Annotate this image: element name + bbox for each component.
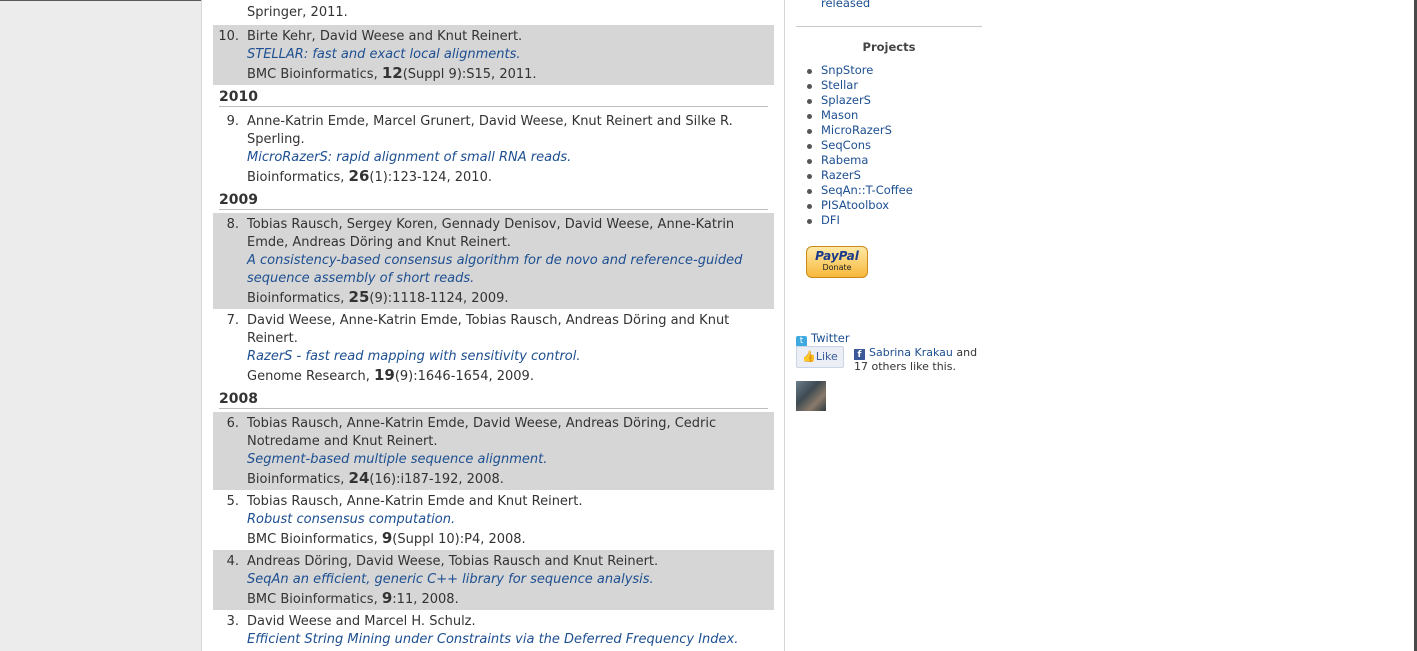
publication-title-link[interactable]: Efficient String Mining under Constraint…	[247, 631, 762, 649]
publication-title-link[interactable]: STELLAR: fast and exact local alignments…	[247, 46, 762, 64]
publication-fragment: Springer, 2011.	[213, 4, 774, 22]
project-link-pisatoolbox[interactable]: PISAtoolbox	[821, 198, 889, 212]
facebook-friend-link[interactable]: Sabrina Krakau	[869, 346, 953, 359]
publication-title-link[interactable]: RazerS - fast read mapping with sensitiv…	[247, 348, 762, 366]
publication-volume: 25	[348, 288, 370, 306]
publication-volume: 12	[381, 64, 403, 82]
publication-number: 9.	[226, 114, 239, 129]
publication-authors: Tobias Rausch, Sergey Koren, Gennady Den…	[247, 217, 735, 250]
year-heading: 2010	[219, 89, 768, 107]
project-link-stellar[interactable]: Stellar	[821, 78, 858, 92]
publication-journal: BMC Bioinformatics, 9:11, 2008.	[247, 589, 459, 607]
publication-number: 8.	[226, 217, 239, 232]
publication-volume: 26	[348, 167, 370, 185]
project-item: RazerS	[804, 168, 913, 183]
publication-authors: Birte Kehr, David Weese and Knut Reinert…	[247, 29, 523, 44]
like-label: Like	[815, 350, 838, 363]
project-item: Mason	[804, 108, 913, 123]
publication-journal: Bioinformatics, 25(9):1118-1124, 2009.	[247, 288, 509, 306]
publication-journal: Bioinformatics, 26(1):123-124, 2010.	[247, 167, 492, 185]
publication-item: 4. Andreas Döring, David Weese, Tobias R…	[213, 550, 774, 610]
thumbs-up-icon: 👍	[802, 350, 816, 363]
project-item: Rabema	[804, 153, 913, 168]
publication-item: 8. Tobias Rausch, Sergey Koren, Gennady …	[213, 213, 774, 309]
publication-number: 4.	[226, 554, 239, 569]
publication-volume: 9	[381, 589, 393, 607]
facebook-icon: f	[854, 349, 865, 360]
publication-volume: 9	[381, 529, 393, 547]
publication-title-link[interactable]: SeqAn an efficient, generic C++ library …	[247, 571, 762, 589]
project-item: SnpStore	[804, 63, 913, 78]
publication-title-link[interactable]: Robust consensus computation.	[247, 511, 762, 529]
released-link[interactable]: released	[821, 0, 870, 10]
project-item: PISAtoolbox	[804, 198, 913, 213]
publication-number: 10.	[218, 29, 239, 44]
project-link-snpstore[interactable]: SnpStore	[821, 63, 873, 77]
sidebar: released Projects SnpStore Stellar Splaz…	[796, 0, 982, 651]
publication-authors: David Weese and Marcel H. Schulz.	[247, 614, 476, 629]
project-link-dfi[interactable]: DFI	[821, 213, 840, 227]
project-link-seqcons[interactable]: SeqCons	[821, 138, 871, 152]
journal-line: Springer, 2011.	[247, 5, 348, 20]
publication-journal: BMC Bioinformatics, 9(Suppl 10):P4, 2008…	[247, 529, 526, 547]
publication-item: 5. Tobias Rausch, Anne-Katrin Emde and K…	[213, 493, 774, 549]
project-link-tcoffee[interactable]: SeqAn::T-Coffee	[821, 183, 913, 197]
project-link-rabema[interactable]: Rabema	[821, 153, 868, 167]
publication-list: Springer, 2011. 10. Birte Kehr, David We…	[202, 0, 785, 651]
year-heading: 2008	[219, 391, 768, 409]
project-item: SeqAn::T-Coffee	[804, 183, 913, 198]
publication-authors: Tobias Rausch, Anne-Katrin Emde, David W…	[247, 416, 717, 449]
project-link-mason[interactable]: Mason	[821, 108, 858, 122]
donate-label: Donate	[822, 263, 852, 272]
year-heading: 2009	[219, 192, 768, 210]
publication-title-link[interactable]: MicroRazerS: rapid alignment of small RN…	[247, 149, 762, 167]
publication-authors: Tobias Rausch, Anne-Katrin Emde and Knut…	[247, 494, 583, 509]
projects-heading: Projects	[862, 40, 916, 54]
projects-list: SnpStore Stellar SplazerS Mason MicroRaz…	[804, 63, 913, 228]
paypal-donate-button[interactable]: PayPal Donate	[806, 246, 868, 278]
publication-authors: David Weese, Anne-Katrin Emde, Tobias Ra…	[247, 313, 730, 346]
publication-item: 10. Birte Kehr, David Weese and Knut Rei…	[213, 25, 774, 85]
publication-journal: Genome Research, 19(9):1646-1654, 2009.	[247, 366, 534, 384]
publication-authors: Andreas Döring, David Weese, Tobias Raus…	[247, 554, 659, 569]
project-item: Stellar	[804, 78, 913, 93]
project-item: DFI	[804, 213, 913, 228]
avatar[interactable]	[796, 381, 826, 411]
project-link-splazers[interactable]: SplazerS	[821, 93, 871, 107]
facebook-like-summary: f Sabrina Krakau and 17 others like this.	[854, 346, 982, 374]
publication-number: 5.	[226, 494, 239, 509]
project-item: MicroRazerS	[804, 123, 913, 138]
publication-item: 7. David Weese, Anne-Katrin Emde, Tobias…	[213, 312, 774, 387]
publication-title-link[interactable]: A consistency-based consensus algorithm …	[247, 252, 762, 288]
publication-number: 6.	[226, 416, 239, 431]
publication-journal: Bioinformatics, 24(16):i187-192, 2008.	[247, 469, 504, 487]
project-link-razers[interactable]: RazerS	[821, 168, 861, 182]
publication-item: 6. Tobias Rausch, Anne-Katrin Emde, Davi…	[213, 412, 774, 490]
publication-authors: Anne-Katrin Emde, Marcel Grunert, David …	[247, 114, 733, 147]
publication-volume: 24	[348, 469, 370, 487]
publication-item: 3. David Weese and Marcel H. Schulz. Eff…	[213, 613, 774, 651]
publication-number: 7.	[226, 313, 239, 328]
paypal-logo: PayPal	[815, 249, 859, 263]
facebook-like-button[interactable]: 👍Like	[796, 346, 844, 368]
twitter-link[interactable]: Twitter	[811, 331, 850, 345]
publication-volume: 19	[373, 366, 395, 384]
publication-title-link[interactable]: Segment-based multiple sequence alignmen…	[247, 451, 762, 469]
project-link-microrazers[interactable]: MicroRazerS	[821, 123, 892, 137]
twitter-link-row[interactable]: t Twitter	[796, 331, 850, 347]
page-container: Springer, 2011. 10. Birte Kehr, David We…	[201, 0, 1414, 651]
sidebar-divider	[796, 26, 982, 27]
publication-number: 3.	[226, 614, 239, 629]
project-item: SeqCons	[804, 138, 913, 153]
publication-journal: BMC Bioinformatics, 12(Suppl 9):S15, 201…	[247, 64, 537, 82]
publication-item: 9. Anne-Katrin Emde, Marcel Grunert, Dav…	[213, 113, 774, 188]
project-item: SplazerS	[804, 93, 913, 108]
